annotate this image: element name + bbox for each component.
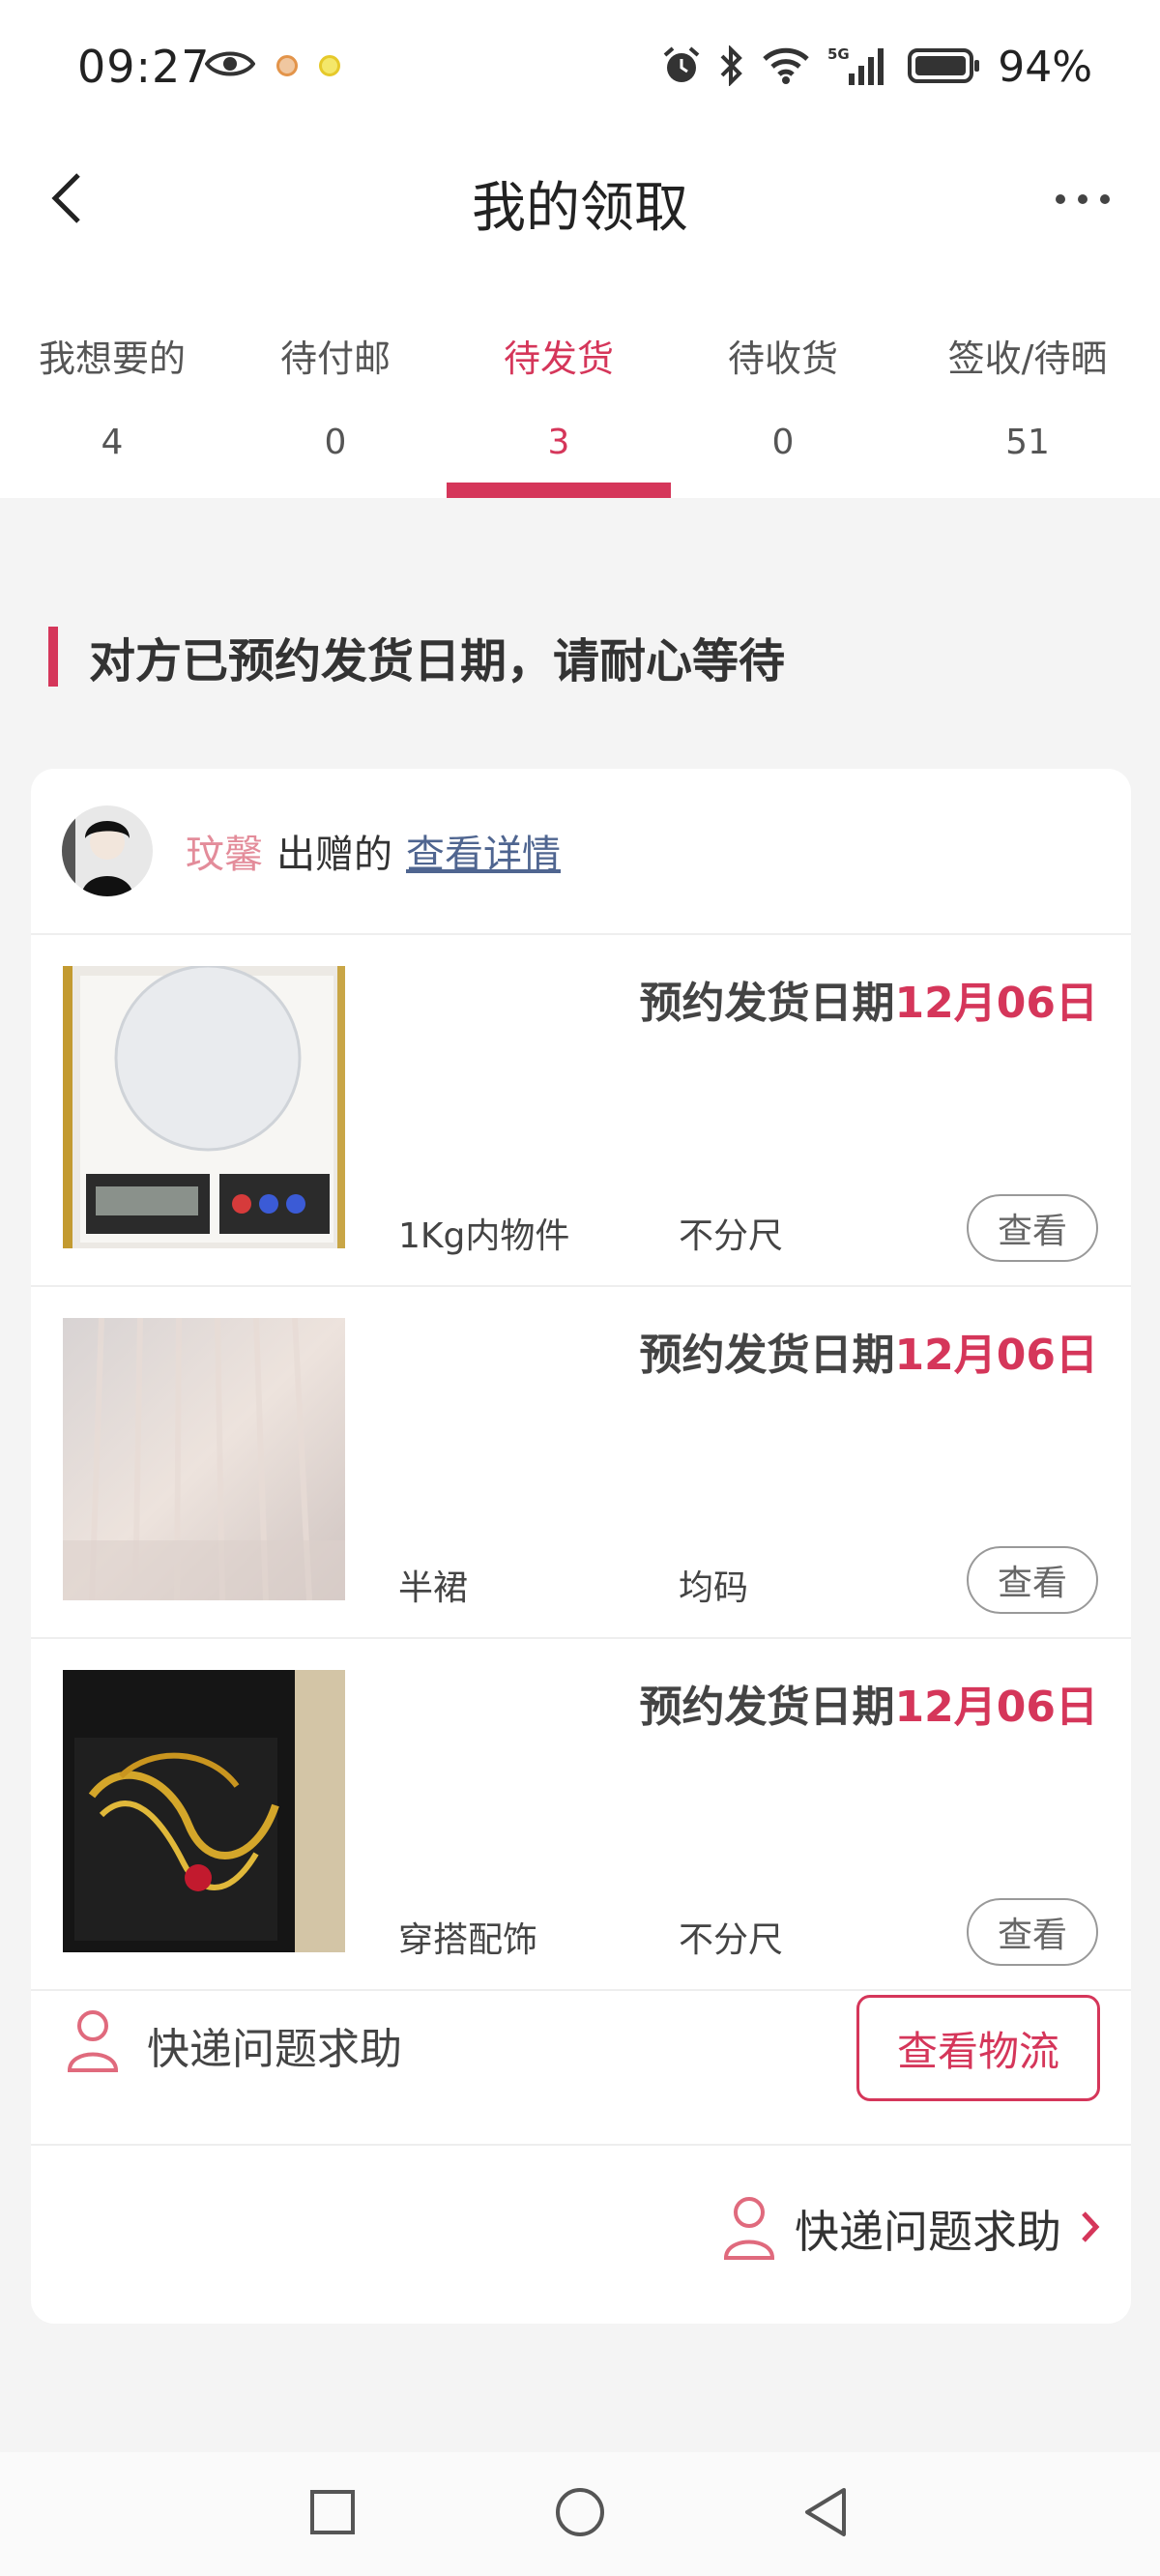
system-navigation-bar bbox=[0, 2452, 1160, 2576]
scheduled-ship-date: 预约发货日期12月06日 bbox=[640, 1320, 1098, 1382]
status-bar: 09:27 5G 94% bbox=[0, 0, 1160, 145]
item-thumbnail-kitchen-scale[interactable] bbox=[63, 966, 345, 1248]
delivery-help-link-text: 快递问题求助 bbox=[795, 2206, 1061, 2258]
battery-icon bbox=[907, 46, 980, 89]
item-name: 半裙 bbox=[398, 1568, 469, 1608]
app-notification-icon-2 bbox=[319, 55, 340, 76]
item-name: 1Kg内物件 bbox=[398, 1216, 570, 1256]
tab-label: 签收/待晒 bbox=[947, 337, 1108, 380]
wifi-icon bbox=[762, 46, 810, 89]
user-icon bbox=[721, 2194, 777, 2264]
header: 我的领取 bbox=[0, 145, 1160, 251]
notice-accent-bar bbox=[48, 627, 58, 687]
eye-icon bbox=[204, 48, 256, 83]
chevron-right-icon bbox=[1079, 2208, 1102, 2250]
circle-icon bbox=[554, 2486, 606, 2542]
alarm-icon bbox=[661, 45, 702, 90]
signal-5g-icon: 5G bbox=[827, 44, 889, 91]
item-size: 不分尺 bbox=[679, 1920, 784, 1960]
tab-label: 我想要的 bbox=[38, 337, 186, 380]
more-dots-icon bbox=[1054, 191, 1112, 210]
donor-suffix: 出赠的 bbox=[276, 833, 392, 877]
app-notification-icon bbox=[276, 55, 298, 76]
scheduled-ship-date: 预约发货日期12月06日 bbox=[640, 1672, 1098, 1734]
square-icon bbox=[308, 2488, 357, 2540]
tab-count: 0 bbox=[771, 423, 795, 462]
donor-name[interactable]: 玟馨 bbox=[186, 823, 263, 879]
status-tabs: 我想要的 4 待付邮 0 待发货 3 待收货 0 签收/待晒 51 bbox=[0, 319, 1160, 498]
tab-count: 51 bbox=[1005, 423, 1050, 462]
back-nav-button[interactable] bbox=[795, 2483, 856, 2545]
date-value: 12月06日 bbox=[894, 979, 1098, 1028]
status-time: 09:27 bbox=[77, 41, 211, 93]
donor-row: 玟馨 出赠的 查看详情 bbox=[31, 769, 1131, 935]
avatar[interactable] bbox=[62, 805, 153, 896]
list-item[interactable]: 预约发货日期12月06日 半裙 均码 查看 bbox=[31, 1287, 1131, 1639]
tab-signed-review[interactable]: 签收/待晒 51 bbox=[895, 319, 1160, 498]
notice-text: 对方已预约发货日期，请耐心等待 bbox=[89, 634, 786, 688]
svg-text:5G: 5G bbox=[827, 45, 850, 63]
date-value: 12月06日 bbox=[894, 1683, 1098, 1732]
list-item[interactable]: 预约发货日期12月06日 1Kg内物件 不分尺 查看 bbox=[31, 935, 1131, 1287]
view-item-button[interactable]: 查看 bbox=[967, 1898, 1098, 1966]
date-label: 预约发货日期 bbox=[639, 979, 895, 1028]
home-button[interactable] bbox=[549, 2483, 611, 2545]
item-size: 不分尺 bbox=[679, 1216, 784, 1256]
list-item[interactable]: 预约发货日期12月06日 穿搭配饰 不分尺 查看 bbox=[31, 1639, 1131, 1991]
view-item-button[interactable]: 查看 bbox=[967, 1194, 1098, 1262]
tab-count: 4 bbox=[101, 423, 124, 462]
view-item-button[interactable]: 查看 bbox=[967, 1546, 1098, 1614]
tab-label: 待发货 bbox=[503, 337, 614, 380]
delivery-help-link[interactable]: 快递问题求助 bbox=[721, 2194, 1102, 2264]
view-details-link[interactable]: 查看详情 bbox=[406, 823, 561, 879]
status-left-icons bbox=[204, 48, 340, 83]
battery-percentage: 94% bbox=[998, 43, 1092, 92]
user-icon bbox=[66, 2008, 120, 2076]
bluetooth-icon bbox=[719, 44, 744, 90]
tab-await-shipping[interactable]: 待发货 3 bbox=[447, 319, 671, 498]
tab-count: 3 bbox=[547, 423, 570, 462]
order-card: 玟馨 出赠的 查看详情 预约发货日期12月06日 1Kg内物件 不分尺 查看 预… bbox=[31, 769, 1131, 2324]
item-thumbnail-gold-necklace[interactable] bbox=[63, 1670, 345, 1952]
more-button[interactable] bbox=[1044, 166, 1121, 234]
tab-count: 0 bbox=[324, 423, 347, 462]
tab-want[interactable]: 我想要的 4 bbox=[0, 319, 224, 498]
item-size: 均码 bbox=[679, 1568, 749, 1608]
triangle-back-icon bbox=[801, 2486, 850, 2542]
item-thumbnail-tulle-skirt[interactable] bbox=[63, 1318, 345, 1600]
page-title: 我的领取 bbox=[472, 177, 688, 240]
item-name: 穿搭配饰 bbox=[398, 1920, 538, 1960]
recent-apps-button[interactable] bbox=[302, 2483, 363, 2545]
view-logistics-button[interactable]: 查看物流 bbox=[856, 1995, 1100, 2101]
tab-label: 待收货 bbox=[727, 337, 838, 380]
active-tab-indicator bbox=[447, 483, 671, 498]
tab-label: 待付邮 bbox=[279, 337, 391, 380]
date-value: 12月06日 bbox=[894, 1331, 1098, 1380]
delivery-help-link-row[interactable]: 快递问题求助 bbox=[31, 2146, 1131, 2324]
shipping-notice: 对方已预约发货日期，请耐心等待 bbox=[48, 627, 785, 688]
scheduled-ship-date: 预约发货日期12月06日 bbox=[640, 968, 1098, 1030]
tab-await-postage[interactable]: 待付邮 0 bbox=[224, 319, 447, 498]
status-right-icons: 5G 94% bbox=[661, 43, 1092, 92]
date-label: 预约发货日期 bbox=[639, 1683, 895, 1732]
delivery-help-text[interactable]: 快递问题求助 bbox=[147, 2014, 402, 2076]
tab-await-receipt[interactable]: 待收货 0 bbox=[671, 319, 895, 498]
date-label: 预约发货日期 bbox=[639, 1331, 895, 1380]
delivery-help-row: 快递问题求助 查看物流 bbox=[31, 1964, 1131, 2146]
